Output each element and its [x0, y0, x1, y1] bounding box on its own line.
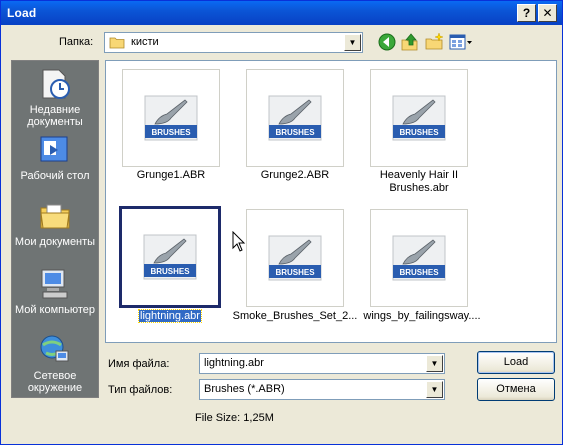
file-name-text: Smoke_Brushes_Set_2...	[232, 310, 358, 322]
file-thumbnail-selected[interactable]: BRUSHES	[119, 206, 221, 308]
file-thumbnail[interactable]: BRUSHES	[370, 69, 468, 167]
file-name-text: Grunge2.ABR	[260, 169, 330, 181]
file-name[interactable]: Heavenly Hair II Brushes.abr	[357, 169, 481, 195]
place-label: Сетевое окружение	[27, 370, 83, 394]
brush-file-icon: BRUSHES	[392, 95, 446, 141]
close-button[interactable]: ✕	[538, 4, 557, 22]
brushes-badge: BRUSHES	[399, 128, 439, 137]
network-places-icon	[40, 335, 69, 362]
back-button[interactable]	[377, 32, 399, 53]
file-size-info: File Size: 1,25M	[195, 412, 274, 424]
brush-file-icon: BRUSHES	[392, 235, 446, 281]
help-button[interactable]: ?	[517, 4, 536, 22]
places-bar: Недавние документы Рабочий стол Мои доку…	[11, 60, 99, 398]
place-label: Мои документы	[14, 236, 96, 248]
file-name[interactable]: Grunge2.ABR	[233, 169, 357, 182]
file-name-combobox[interactable]: lightning.abr ▼	[199, 353, 445, 374]
file-type-value: Brushes (*.ABR)	[204, 383, 285, 395]
file-name-label: Имя файла:	[108, 358, 170, 370]
file-name-text: Heavenly Hair II Brushes.abr	[379, 169, 459, 194]
brushes-badge: BRUSHES	[150, 267, 190, 276]
brushes-badge: BRUSHES	[275, 128, 315, 137]
recent-documents-icon	[42, 69, 70, 99]
load-button[interactable]: Load	[477, 351, 555, 374]
file-type-label: Тип файлов:	[108, 384, 173, 396]
file-thumbnail[interactable]: BRUSHES	[246, 69, 344, 167]
file-thumbnail[interactable]: BRUSHES	[246, 209, 344, 307]
new-folder-button[interactable]	[424, 32, 446, 53]
file-name-value[interactable]: lightning.abr	[204, 357, 264, 369]
file-name[interactable]: Grunge1.ABR	[109, 169, 233, 182]
place-label: Мой компьютер	[14, 304, 96, 316]
file-name[interactable]: wings_by_failingsway....	[357, 310, 487, 323]
brushes-badge: BRUSHES	[275, 268, 315, 277]
place-label: Недавние документы	[27, 104, 83, 128]
chevron-down-icon[interactable]: ▼	[344, 34, 361, 51]
file-list[interactable]: BRUSHES Grunge1.ABR BRUSHES Grunge2.ABR …	[105, 60, 557, 343]
brush-file-icon: BRUSHES	[268, 95, 322, 141]
brush-file-icon: BRUSHES	[268, 235, 322, 281]
file-name-text: lightning.abr	[138, 309, 202, 323]
desktop-icon	[40, 136, 68, 162]
brush-file-icon: BRUSHES	[144, 95, 198, 141]
chevron-down-icon[interactable]: ▼	[426, 355, 443, 372]
look-in-label: Папка:	[59, 36, 94, 48]
new-folder-icon	[425, 32, 444, 50]
title-bar[interactable]: Load ? ✕	[1, 1, 562, 25]
back-arrow-icon	[378, 33, 396, 51]
view-menu-button[interactable]	[448, 32, 474, 53]
view-menu-icon	[449, 34, 472, 50]
folder-icon	[109, 37, 125, 49]
place-network[interactable]: Сетевое окружение	[12, 333, 98, 394]
look-in-value: кисти	[131, 36, 159, 48]
file-name-text: wings_by_failingsway....	[363, 310, 481, 322]
brush-file-icon: BRUSHES	[143, 234, 197, 280]
place-my-documents[interactable]: Мои документы	[12, 199, 98, 248]
load-dialog: Load ? ✕ Папка: кисти ▼ Недавние докумен…	[0, 0, 563, 445]
cancel-button[interactable]: Отмена	[477, 378, 555, 401]
brushes-badge: BRUSHES	[399, 268, 439, 277]
place-recent-documents[interactable]: Недавние документы	[12, 67, 98, 128]
file-thumbnail[interactable]: BRUSHES	[122, 69, 220, 167]
place-my-computer[interactable]: Мой компьютер	[12, 267, 98, 316]
dialog-title: Load	[7, 6, 37, 20]
brushes-badge: BRUSHES	[151, 128, 191, 137]
look-in-dropdown[interactable]: кисти ▼	[104, 32, 363, 53]
mouse-pointer-icon	[232, 231, 246, 252]
file-name-text: Grunge1.ABR	[136, 169, 206, 181]
my-documents-icon	[40, 204, 70, 229]
up-folder-icon	[401, 33, 418, 51]
place-label: Рабочий стол	[20, 170, 90, 182]
file-name[interactable]: lightning.abr	[108, 309, 232, 323]
my-computer-icon	[41, 269, 68, 299]
chevron-down-icon[interactable]: ▼	[426, 381, 443, 398]
place-desktop[interactable]: Рабочий стол	[12, 133, 98, 182]
file-name[interactable]: Smoke_Brushes_Set_2...	[230, 310, 360, 323]
up-folder-button[interactable]	[400, 32, 422, 53]
file-type-select[interactable]: Brushes (*.ABR) ▼	[199, 379, 445, 400]
file-thumbnail[interactable]: BRUSHES	[370, 209, 468, 307]
